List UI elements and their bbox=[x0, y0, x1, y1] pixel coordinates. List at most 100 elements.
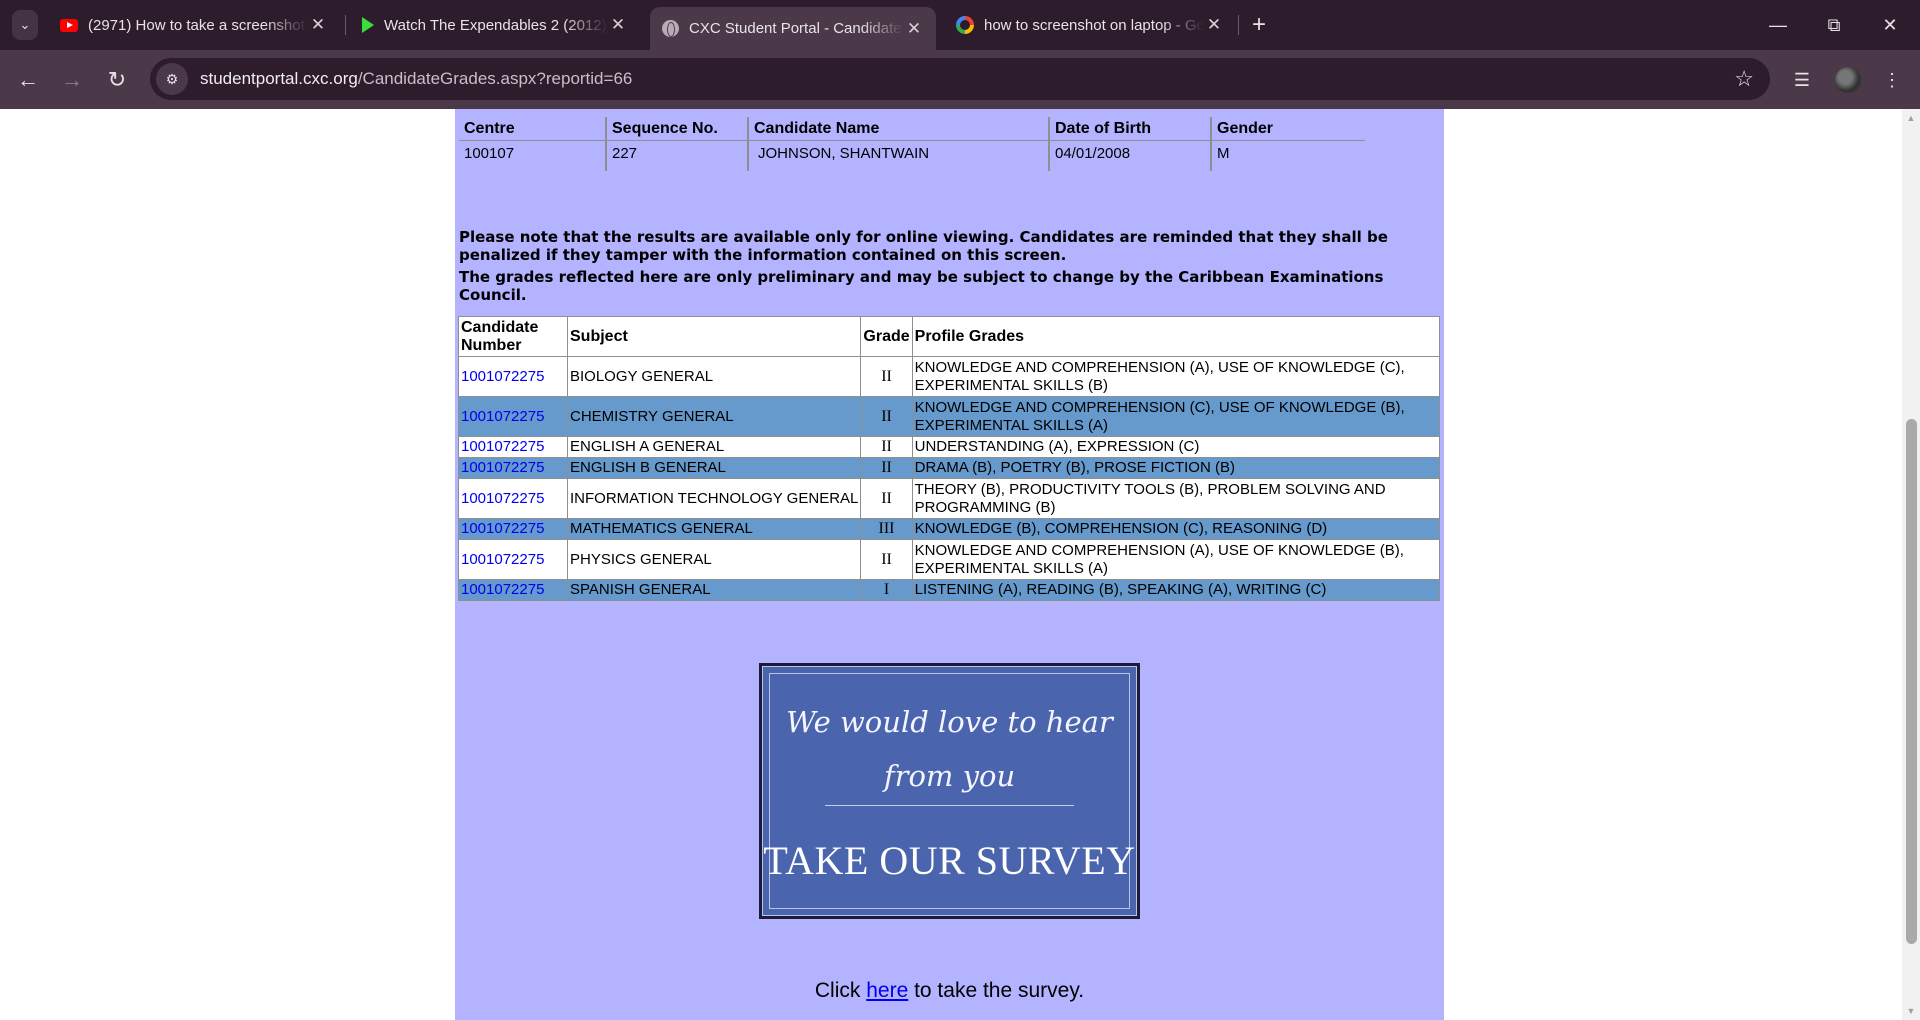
browser-tab-cxc-portal[interactable]: CXC Student Portal - Candidate ✕ bbox=[650, 7, 936, 50]
table-row: 1001072275 BIOLOGY GENERAL II KNOWLEDGE … bbox=[458, 356, 1441, 397]
candidate-number-link[interactable]: 1001072275 bbox=[461, 459, 544, 476]
table-row: 1001072275 MATHEMATICS GENERAL III KNOWL… bbox=[458, 518, 1441, 540]
tab-separator bbox=[345, 15, 346, 35]
survey-here-link[interactable]: here bbox=[866, 979, 908, 1002]
candidate-number-cell: 1001072275 bbox=[458, 457, 568, 479]
browser-toolbar: ← → ↻ ⚙ studentportal.cxc.org/CandidateG… bbox=[0, 50, 1920, 109]
grade-cell: II bbox=[860, 356, 913, 397]
profile-button[interactable] bbox=[1832, 64, 1864, 96]
scroll-thumb[interactable] bbox=[1906, 419, 1917, 944]
bookmark-star-icon[interactable]: ☆ bbox=[1734, 66, 1754, 92]
close-window-button[interactable]: ✕ bbox=[1862, 0, 1918, 50]
page-scrollbar[interactable]: ▲ ▼ bbox=[1902, 109, 1920, 1020]
sequence-label: Sequence No. bbox=[607, 117, 747, 141]
candidate-number-cell: 1001072275 bbox=[458, 539, 568, 580]
candidate-number-link[interactable]: 1001072275 bbox=[461, 490, 544, 507]
browser-tab-google[interactable]: how to screenshot on laptop - Google ✕ bbox=[944, 7, 1236, 43]
tab-separator bbox=[1238, 15, 1239, 35]
scroll-down-icon[interactable]: ▼ bbox=[1906, 1006, 1916, 1016]
table-row: 1001072275 ENGLISH A GENERAL II UNDERSTA… bbox=[458, 436, 1441, 458]
candidate-number-link[interactable]: 1001072275 bbox=[461, 520, 544, 537]
gender-value: M bbox=[1217, 145, 1230, 162]
forward-button[interactable]: → bbox=[56, 64, 88, 96]
scroll-up-icon[interactable]: ▲ bbox=[1906, 113, 1916, 123]
subject-cell: BIOLOGY GENERAL bbox=[566, 356, 862, 397]
survey-link-line: Click here to take the survey. bbox=[455, 979, 1444, 1003]
take-survey-heading: TAKE OUR SURVEY bbox=[763, 838, 1136, 883]
chevron-down-icon: ⌄ bbox=[19, 17, 31, 32]
subject-cell: MATHEMATICS GENERAL bbox=[566, 518, 862, 540]
tab-title: how to screenshot on laptop - Google bbox=[984, 16, 1204, 34]
reload-icon: ↻ bbox=[107, 67, 127, 92]
candidate-number-link[interactable]: 1001072275 bbox=[461, 581, 544, 598]
notice-preliminary: The grades reflected here are only preli… bbox=[459, 268, 1384, 304]
notice-online-viewing: Please note that the results are availab… bbox=[459, 228, 1388, 264]
table-row: 1001072275 PHYSICS GENERAL II KNOWLEDGE … bbox=[458, 539, 1441, 580]
header-subject: Subject bbox=[566, 316, 862, 357]
grade-cell: II bbox=[860, 436, 913, 458]
centre-value: 100107 bbox=[464, 145, 515, 162]
tab-title: Watch The Expendables 2 (2012) bbox=[384, 16, 607, 34]
name-value: JOHNSON, SHANTWAIN bbox=[758, 145, 930, 162]
google-icon bbox=[956, 16, 974, 34]
candidate-number-cell: 1001072275 bbox=[458, 436, 568, 458]
browser-tab-strip: ⌄ (2971) How to take a screenshot ✕ Watc… bbox=[0, 0, 1920, 50]
profile-grades-cell: LISTENING (A), READING (B), SPEAKING (A)… bbox=[911, 579, 1441, 601]
table-header-row: Candidate Number Subject Grade Profile G… bbox=[458, 316, 1441, 357]
subject-cell: PHYSICS GENERAL bbox=[566, 539, 862, 580]
candidate-number-link[interactable]: 1001072275 bbox=[461, 438, 544, 455]
subject-cell: ENGLISH B GENERAL bbox=[566, 457, 862, 479]
dob-value: 04/01/2008 bbox=[1055, 145, 1131, 162]
media-controls-button[interactable]: ☰ bbox=[1786, 64, 1818, 96]
candidate-number-link[interactable]: 1001072275 bbox=[461, 551, 544, 568]
close-icon[interactable]: ✕ bbox=[308, 15, 328, 35]
candidate-number-cell: 1001072275 bbox=[458, 518, 568, 540]
table-row: 1001072275 INFORMATION TECHNOLOGY GENERA… bbox=[458, 478, 1441, 519]
survey-invite-text: We would love to hear from you bbox=[763, 695, 1136, 803]
minimize-icon: — bbox=[1769, 14, 1787, 35]
site-info-button[interactable]: ⚙ bbox=[156, 63, 188, 95]
subject-cell: CHEMISTRY GENERAL bbox=[566, 396, 862, 437]
close-icon[interactable]: ✕ bbox=[904, 19, 924, 39]
menu-button[interactable]: ⋮ bbox=[1876, 64, 1908, 96]
results-notice: Please note that the results are availab… bbox=[459, 228, 1429, 304]
table-row: 1001072275 CHEMISTRY GENERAL II KNOWLEDG… bbox=[458, 396, 1441, 437]
candidate-number-link[interactable]: 1001072275 bbox=[461, 368, 544, 385]
close-icon[interactable]: ✕ bbox=[1204, 15, 1224, 35]
arrow-right-icon: → bbox=[61, 67, 83, 92]
url-text[interactable]: studentportal.cxc.org/CandidateGrades.as… bbox=[200, 69, 632, 89]
more-vertical-icon: ⋮ bbox=[1883, 69, 1901, 90]
table-row: 1001072275 ENGLISH B GENERAL II DRAMA (B… bbox=[458, 457, 1441, 479]
dob-label: Date of Birth bbox=[1050, 117, 1210, 141]
new-tab-button[interactable]: + bbox=[1244, 10, 1274, 40]
tab-title: (2971) How to take a screenshot bbox=[88, 16, 305, 34]
url-host: studentportal.cxc.org bbox=[200, 69, 358, 88]
tab-search-button[interactable]: ⌄ bbox=[12, 10, 38, 40]
subject-cell: ENGLISH A GENERAL bbox=[566, 436, 862, 458]
page-viewport: Centre 100107 Sequence No. 227 Candidate… bbox=[0, 109, 1920, 1020]
candidate-number-link[interactable]: 1001072275 bbox=[461, 408, 544, 425]
name-column: Candidate Name JOHNSON, SHANTWAIN bbox=[747, 117, 1048, 171]
candidate-number-cell: 1001072275 bbox=[458, 478, 568, 519]
header-grade: Grade bbox=[860, 316, 913, 357]
subject-cell: SPANISH GENERAL bbox=[566, 579, 862, 601]
minimize-button[interactable]: — bbox=[1750, 0, 1806, 50]
candidate-number-cell: 1001072275 bbox=[458, 579, 568, 601]
candidate-number-cell: 1001072275 bbox=[458, 396, 568, 437]
back-button[interactable]: ← bbox=[12, 64, 44, 96]
restore-button[interactable]: ⧉ bbox=[1806, 0, 1862, 50]
banner-divider bbox=[825, 805, 1074, 806]
address-bar[interactable]: ⚙ studentportal.cxc.org/CandidateGrades.… bbox=[150, 58, 1770, 100]
browser-tab-expendables[interactable]: Watch The Expendables 2 (2012) ✕ bbox=[350, 7, 640, 43]
browser-tab-youtube[interactable]: (2971) How to take a screenshot ✕ bbox=[48, 7, 340, 43]
close-icon[interactable]: ✕ bbox=[608, 15, 628, 35]
profile-grades-cell: UNDERSTANDING (A), EXPRESSION (C) bbox=[911, 436, 1441, 458]
play-icon bbox=[362, 17, 374, 33]
tune-icon: ⚙ bbox=[165, 70, 179, 87]
subject-cell: INFORMATION TECHNOLOGY GENERAL bbox=[566, 478, 862, 519]
survey-banner[interactable]: We would love to hear from you TAKE OUR … bbox=[759, 663, 1140, 919]
survey-link-prefix: Click bbox=[814, 979, 867, 1002]
reload-button[interactable]: ↻ bbox=[101, 64, 133, 96]
globe-icon bbox=[662, 20, 679, 37]
profile-grades-cell: THEORY (B), PRODUCTIVITY TOOLS (B), PROB… bbox=[911, 478, 1441, 519]
